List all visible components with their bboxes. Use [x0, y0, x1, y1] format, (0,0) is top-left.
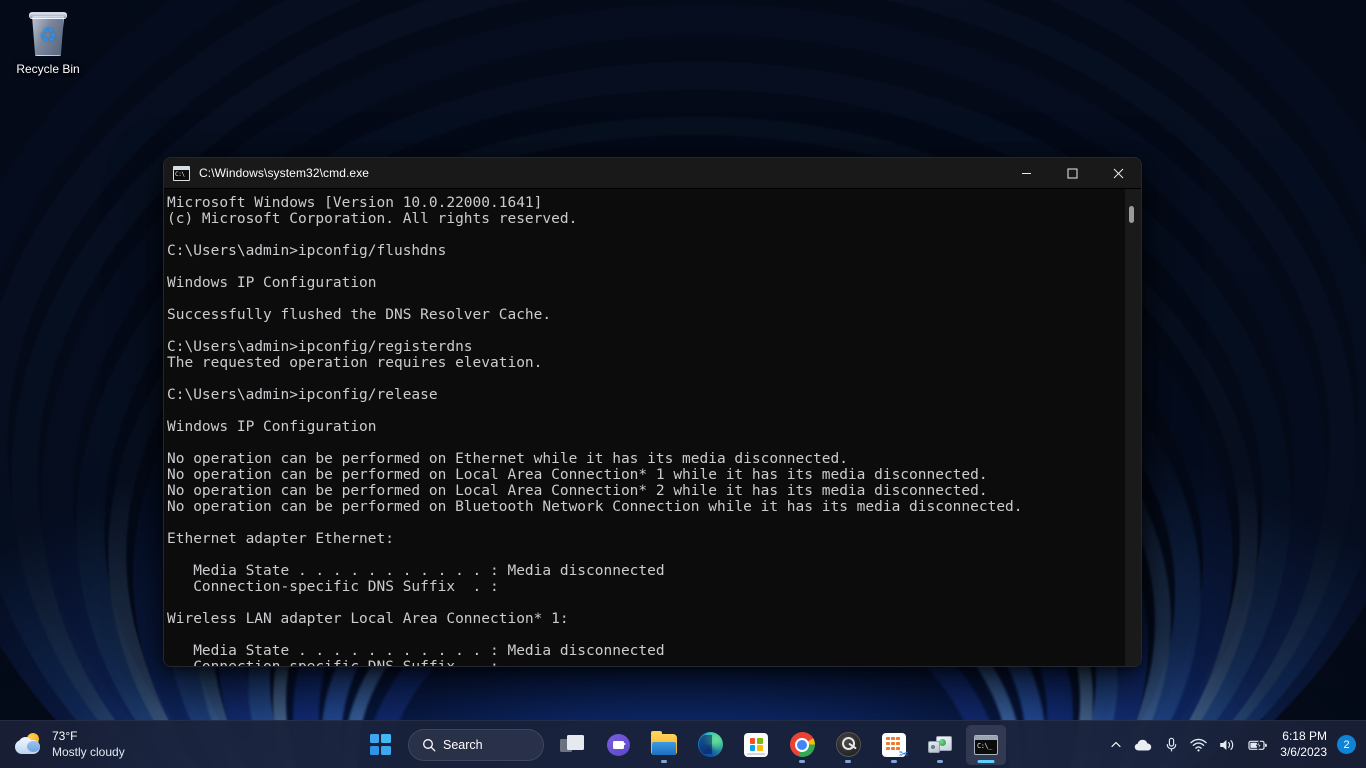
terminal-line [166, 227, 1023, 243]
notification-badge[interactable]: 2 [1337, 735, 1356, 754]
terminal-line [166, 627, 1023, 643]
terminal-line [166, 291, 1023, 307]
terminal-line [166, 435, 1023, 451]
microphone-tray-button[interactable] [1159, 725, 1184, 765]
terminal-line: Microsoft Windows [Version 10.0.22000.16… [166, 195, 1023, 211]
terminal-line: No operation can be performed on Etherne… [166, 451, 1023, 467]
task-view-icon [560, 735, 584, 754]
windows-logo-icon [370, 734, 391, 755]
terminal-line: Connection-specific DNS Suffix . : [166, 579, 1023, 595]
chat-icon [607, 734, 630, 756]
terminal-line: C:\Users\admin>ipconfig/flushdns [166, 243, 1023, 259]
desktop-icon-label: Recycle Bin [8, 62, 88, 77]
taskbar-item-obs-studio[interactable] [828, 725, 868, 765]
taskbar-item-microsoft-store[interactable] [736, 725, 776, 765]
terminal-line: (c) Microsoft Corporation. All rights re… [166, 211, 1023, 227]
close-button[interactable] [1095, 158, 1141, 189]
terminal-line: Media State . . . . . . . . . . . : Medi… [166, 563, 1023, 579]
scrollbar-thumb[interactable] [1129, 206, 1134, 223]
speaker-icon [1219, 738, 1236, 752]
terminal-line: C:\Users\admin>ipconfig/release [166, 387, 1023, 403]
taskbar-time: 6:18 PM [1280, 729, 1327, 745]
taskbar-item-task-view[interactable] [552, 725, 592, 765]
battery-charging-icon [1248, 738, 1268, 752]
terminal-line: Windows IP Configuration [166, 419, 1023, 435]
maximize-icon [1067, 168, 1078, 179]
terminal-output: Microsoft Windows [Version 10.0.22000.16… [164, 189, 1023, 667]
start-button[interactable] [360, 725, 400, 765]
terminal-line [166, 595, 1023, 611]
window-titlebar[interactable]: C:\Windows\system32\cmd.exe [164, 158, 1141, 189]
close-icon [1113, 168, 1124, 179]
chevron-up-icon [1110, 739, 1122, 751]
terminal-line: Windows IP Configuration [166, 275, 1023, 291]
taskbar-item-google-chrome[interactable] [782, 725, 822, 765]
network-tray-button[interactable] [1184, 725, 1213, 765]
folder-icon [651, 734, 677, 755]
sun-behind-cloud-icon [14, 732, 44, 758]
terminal-line: Wireless LAN adapter Local Area Connecti… [166, 611, 1023, 627]
minimize-icon [1021, 168, 1032, 179]
cloud-icon [1134, 738, 1153, 752]
terminal-body[interactable]: Microsoft Windows [Version 10.0.22000.16… [164, 189, 1141, 667]
taskbar-weather-widget[interactable]: 73°F Mostly cloudy [8, 725, 135, 765]
terminal-line [166, 515, 1023, 531]
taskbar[interactable]: 73°F Mostly cloudy Search [0, 720, 1366, 768]
taskbar-item-microsoft-edge[interactable] [690, 725, 730, 765]
terminal-line [166, 371, 1023, 387]
weather-temperature: 73°F [52, 729, 125, 744]
obs-icon [836, 732, 861, 757]
edge-icon [698, 732, 723, 757]
terminal-line: Successfully flushed the DNS Resolver Ca… [166, 307, 1023, 323]
clock-button[interactable]: 6:18 PM 3/6/2023 [1274, 725, 1335, 765]
terminal-line: No operation can be performed on Local A… [166, 467, 1023, 483]
system-tray: 6:18 PM 3/6/2023 2 [1104, 721, 1366, 768]
terminal-line: No operation can be performed on Local A… [166, 483, 1023, 499]
taskbar-item-chat[interactable] [598, 725, 638, 765]
minimize-button[interactable] [1003, 158, 1049, 189]
terminal-scrollbar[interactable] [1125, 189, 1141, 667]
chrome-icon [790, 732, 815, 757]
desktop[interactable]: ♻ Recycle Bin C:\Windows\system32\cmd.ex… [0, 0, 1366, 768]
command-prompt-window[interactable]: C:\Windows\system32\cmd.exe [163, 157, 1142, 667]
onedrive-tray-button[interactable] [1128, 725, 1159, 765]
volume-tray-button[interactable] [1213, 725, 1242, 765]
store-icon [744, 733, 768, 757]
terminal-line: The requested operation requires elevati… [166, 355, 1023, 371]
weather-condition: Mostly cloudy [52, 745, 125, 760]
recycle-bin-icon: ♻ [26, 12, 70, 58]
search-button[interactable]: Search [408, 729, 544, 761]
terminal-line [166, 259, 1023, 275]
wifi-icon [1190, 738, 1207, 752]
window-controls [1003, 158, 1141, 189]
terminal-line [166, 403, 1023, 419]
window-title: C:\Windows\system32\cmd.exe [199, 166, 369, 180]
terminal-line [166, 323, 1023, 339]
desktop-icon-recycle-bin[interactable]: ♻ Recycle Bin [6, 8, 90, 82]
cmd-console-icon [173, 166, 190, 181]
device-camera-icon [928, 734, 953, 756]
show-hidden-icons-button[interactable] [1104, 725, 1128, 765]
search-label: Search [443, 738, 483, 752]
cmd-console-icon [974, 735, 998, 755]
taskbar-item-camera-device[interactable] [920, 725, 960, 765]
taskbar-center-cluster: Search [360, 721, 1006, 768]
terminal-line: C:\Users\admin>ipconfig/registerdns [166, 339, 1023, 355]
snipping-tool-icon: ✂ [882, 733, 906, 757]
terminal-line: Media State . . . . . . . . . . . : Medi… [166, 643, 1023, 659]
terminal-line [166, 547, 1023, 563]
terminal-line: No operation can be performed on Bluetoo… [166, 499, 1023, 515]
taskbar-date: 3/6/2023 [1280, 745, 1327, 761]
taskbar-item-file-explorer[interactable] [644, 725, 684, 765]
search-icon [422, 738, 436, 752]
taskbar-item-snipping-tool[interactable]: ✂ [874, 725, 914, 765]
microphone-icon [1165, 737, 1178, 753]
terminal-line: Ethernet adapter Ethernet: [166, 531, 1023, 547]
terminal-line: Connection-specific DNS Suffix . : [166, 659, 1023, 667]
battery-tray-button[interactable] [1242, 725, 1274, 765]
maximize-button[interactable] [1049, 158, 1095, 189]
taskbar-item-command-prompt[interactable] [966, 725, 1006, 765]
